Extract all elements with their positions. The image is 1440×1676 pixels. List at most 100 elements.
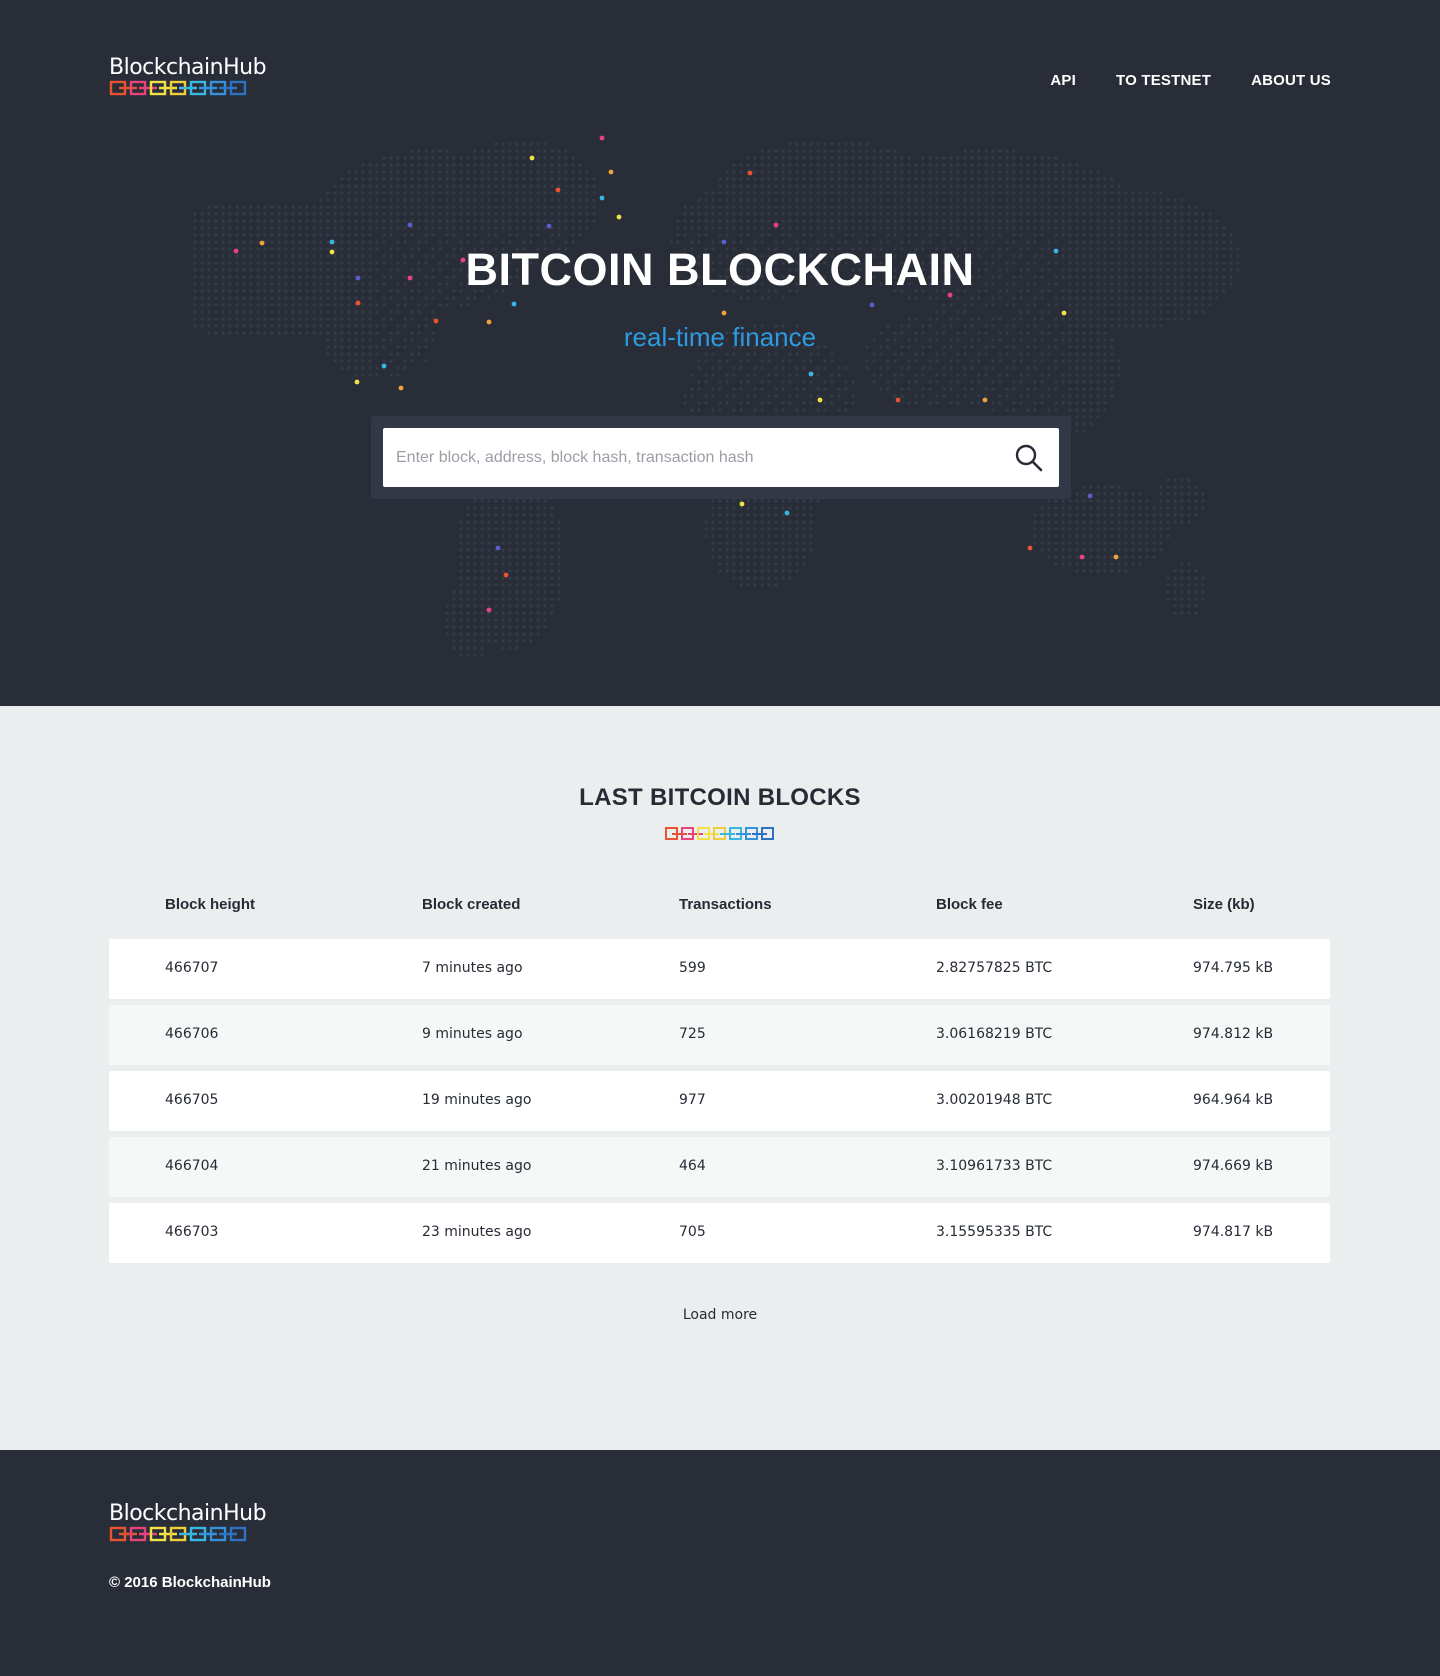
map-dot (844, 219, 848, 223)
map-dot (298, 219, 302, 223)
search-button[interactable] (1013, 442, 1045, 474)
map-dot (921, 373, 925, 377)
table-row[interactable]: 466704 21 minutes ago 464 3.10961733 BTC… (109, 1137, 1330, 1197)
map-dot (1082, 303, 1086, 307)
map-dot (935, 219, 939, 223)
map-dot (900, 198, 904, 202)
map-dot (501, 639, 505, 643)
map-dot (690, 219, 694, 223)
map-dot (585, 198, 589, 202)
nav-about-us[interactable]: ABOUT US (1251, 72, 1331, 89)
map-dot (508, 499, 512, 503)
column-header-transactions[interactable]: Transactions (679, 896, 772, 913)
column-header-block-created[interactable]: Block created (422, 896, 520, 913)
map-dot (998, 149, 1002, 153)
map-dot (872, 177, 876, 181)
map-node-dot (354, 379, 360, 385)
map-dot (858, 163, 862, 167)
map-dot (1054, 380, 1058, 384)
map-dot (802, 198, 806, 202)
map-dot (431, 233, 435, 237)
map-dot (879, 373, 883, 377)
map-dot (529, 534, 533, 538)
map-dot (480, 170, 484, 174)
map-dot (452, 219, 456, 223)
map-dot (403, 163, 407, 167)
map-dot (508, 604, 512, 608)
table-row[interactable]: 466706 9 minutes ago 725 3.06168219 BTC … (109, 1005, 1330, 1065)
load-more-button[interactable]: Load more (0, 1307, 1440, 1323)
map-dot (235, 296, 239, 300)
table-row[interactable]: 466705 19 minutes ago 977 3.00201948 BTC… (109, 1071, 1330, 1131)
map-dot (711, 506, 715, 510)
column-header-block-fee[interactable]: Block fee (936, 896, 1003, 913)
map-dot (1159, 212, 1163, 216)
map-dot (767, 506, 771, 510)
map-dot (529, 625, 533, 629)
cell-block-height[interactable]: 466707 (165, 960, 218, 976)
map-dot (445, 163, 449, 167)
map-dot (382, 303, 386, 307)
table-row[interactable]: 466707 7 minutes ago 599 2.82757825 BTC … (109, 939, 1330, 999)
map-dot (1124, 310, 1128, 314)
column-header-block-height[interactable]: Block height (165, 896, 255, 913)
map-dot (942, 394, 946, 398)
map-dot (760, 576, 764, 580)
cell-block-height[interactable]: 466706 (165, 1026, 218, 1042)
map-dot (991, 317, 995, 321)
map-dot (851, 163, 855, 167)
footer-logo[interactable]: BlockchainHub (109, 1502, 267, 1542)
map-dot (1187, 205, 1191, 209)
map-dot (368, 317, 372, 321)
cell-block-height[interactable]: 466705 (165, 1092, 218, 1108)
map-dot (571, 226, 575, 230)
map-dot (480, 156, 484, 160)
map-dot (508, 219, 512, 223)
map-dot (893, 184, 897, 188)
map-dot (802, 163, 806, 167)
search-input[interactable] (383, 428, 983, 487)
map-dot (907, 205, 911, 209)
map-dot (354, 170, 358, 174)
map-dot (459, 562, 463, 566)
map-dot (1096, 394, 1100, 398)
logo[interactable]: BlockchainHub (109, 56, 267, 96)
map-dot (1082, 506, 1086, 510)
map-dot (459, 170, 463, 174)
map-dot (1152, 191, 1156, 195)
nav-to-testnet[interactable]: TO TESTNET (1116, 72, 1211, 89)
search-icon (1015, 444, 1043, 472)
map-dot (732, 562, 736, 566)
map-dot (480, 198, 484, 202)
map-dot (445, 604, 449, 608)
copyright: © 2016 BlockchainHub (109, 1574, 271, 1591)
cell-block-height[interactable]: 466704 (165, 1158, 218, 1174)
column-header-size[interactable]: Size (kb) (1193, 896, 1255, 913)
map-dot (1075, 170, 1079, 174)
map-dot (473, 191, 477, 195)
map-dot (319, 226, 323, 230)
map-dot (1173, 569, 1177, 573)
map-dot (466, 639, 470, 643)
map-dot (319, 219, 323, 223)
map-dot (466, 212, 470, 216)
map-dot (319, 296, 323, 300)
map-dot (1166, 233, 1170, 237)
table-row[interactable]: 466703 23 minutes ago 705 3.15595335 BTC… (109, 1203, 1330, 1263)
nav-api[interactable]: API (1050, 72, 1076, 89)
map-dot (1187, 212, 1191, 216)
cell-block-height[interactable]: 466703 (165, 1224, 218, 1240)
map-dot (879, 177, 883, 181)
map-dot (1054, 205, 1058, 209)
map-dot (1145, 205, 1149, 209)
map-dot (1166, 506, 1170, 510)
map-dot (501, 618, 505, 622)
cell-transactions: 705 (679, 1224, 706, 1240)
map-dot (795, 394, 799, 398)
map-dot (543, 513, 547, 517)
map-dot (1229, 233, 1233, 237)
map-dot (1033, 380, 1037, 384)
map-dot (977, 296, 981, 300)
map-dot (942, 184, 946, 188)
map-dot (1110, 534, 1114, 538)
